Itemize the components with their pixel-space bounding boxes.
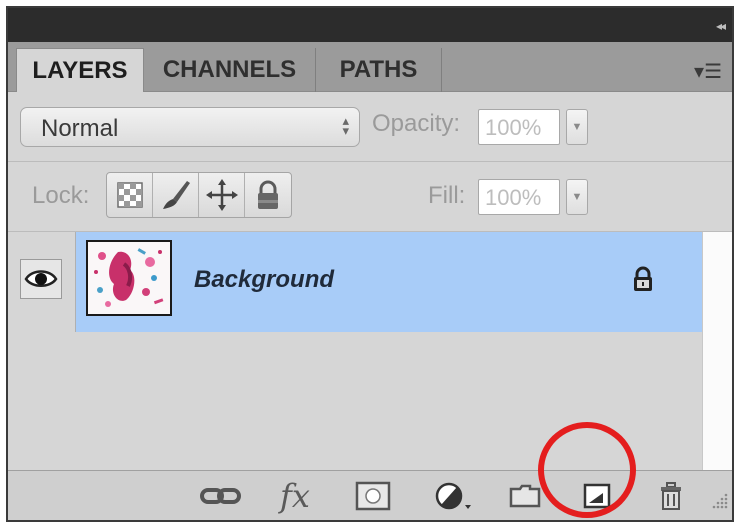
- lock-label: Lock:: [32, 182, 90, 209]
- new-layer-icon[interactable]: [581, 481, 613, 511]
- layer-row[interactable]: Background: [8, 232, 702, 332]
- tab-channels[interactable]: CHANNELS: [144, 48, 316, 92]
- lock-transparent-pixels-icon[interactable]: [107, 173, 153, 217]
- lock-image-pixels-brush-icon[interactable]: [153, 173, 199, 217]
- fx-layer-style-icon[interactable]: fx: [280, 477, 310, 515]
- layers-scrollbar[interactable]: [702, 232, 732, 470]
- blend-mode-select[interactable]: Normal ▴ ▾: [20, 107, 360, 147]
- adjustment-layer-icon[interactable]: [433, 481, 473, 511]
- lock-buttons: [106, 172, 292, 218]
- visibility-cell: [8, 232, 76, 332]
- layers-panel: ◂◂ LAYERS CHANNELS PATHS ▾☰ Normal ▴ ▾ Op…: [6, 6, 734, 522]
- blend-options-row: Normal ▴ ▾ Opacity: 100% ▼: [8, 92, 732, 162]
- opacity-field[interactable]: 100%: [478, 109, 560, 145]
- select-arrows-icon: ▴ ▾: [342, 113, 349, 138]
- layer-name: Background: [194, 266, 335, 293]
- add-mask-icon[interactable]: [353, 481, 393, 511]
- new-group-folder-icon[interactable]: [508, 481, 542, 511]
- layers-list: Background: [8, 232, 702, 470]
- panel-tab-bar: LAYERS CHANNELS PATHS ▾☰: [8, 42, 732, 92]
- resize-grip-icon[interactable]: [708, 489, 730, 519]
- eye-icon[interactable]: [20, 259, 62, 299]
- layer-lock-icon: [631, 265, 655, 298]
- lock-options-row: Lock: Fill: 100% ▼: [8, 162, 732, 232]
- fill-dropdown-button[interactable]: ▼: [566, 179, 588, 215]
- tab-layers[interactable]: LAYERS: [16, 48, 144, 92]
- lock-position-move-icon[interactable]: [199, 173, 245, 217]
- tab-paths[interactable]: PATHS: [316, 48, 442, 92]
- blend-mode-value: Normal: [41, 115, 119, 142]
- layer-main-area[interactable]: Background: [76, 232, 702, 332]
- fill-field[interactable]: 100%: [478, 179, 560, 215]
- panel-menu-icon[interactable]: ▾☰: [694, 62, 722, 82]
- opacity-label: Opacity:: [372, 110, 461, 137]
- fill-label: Fill:: [428, 182, 466, 209]
- panel-footer-toolbar: fx: [8, 470, 732, 520]
- layer-thumbnail: [86, 240, 172, 316]
- opacity-dropdown-button[interactable]: ▼: [566, 109, 588, 145]
- delete-trash-icon[interactable]: [656, 481, 686, 511]
- panel-title-bar: ◂◂: [8, 8, 732, 42]
- lock-all-icon[interactable]: [245, 173, 291, 217]
- collapse-panel-icon[interactable]: ◂◂: [716, 19, 726, 33]
- link-layers-icon[interactable]: [198, 481, 244, 511]
